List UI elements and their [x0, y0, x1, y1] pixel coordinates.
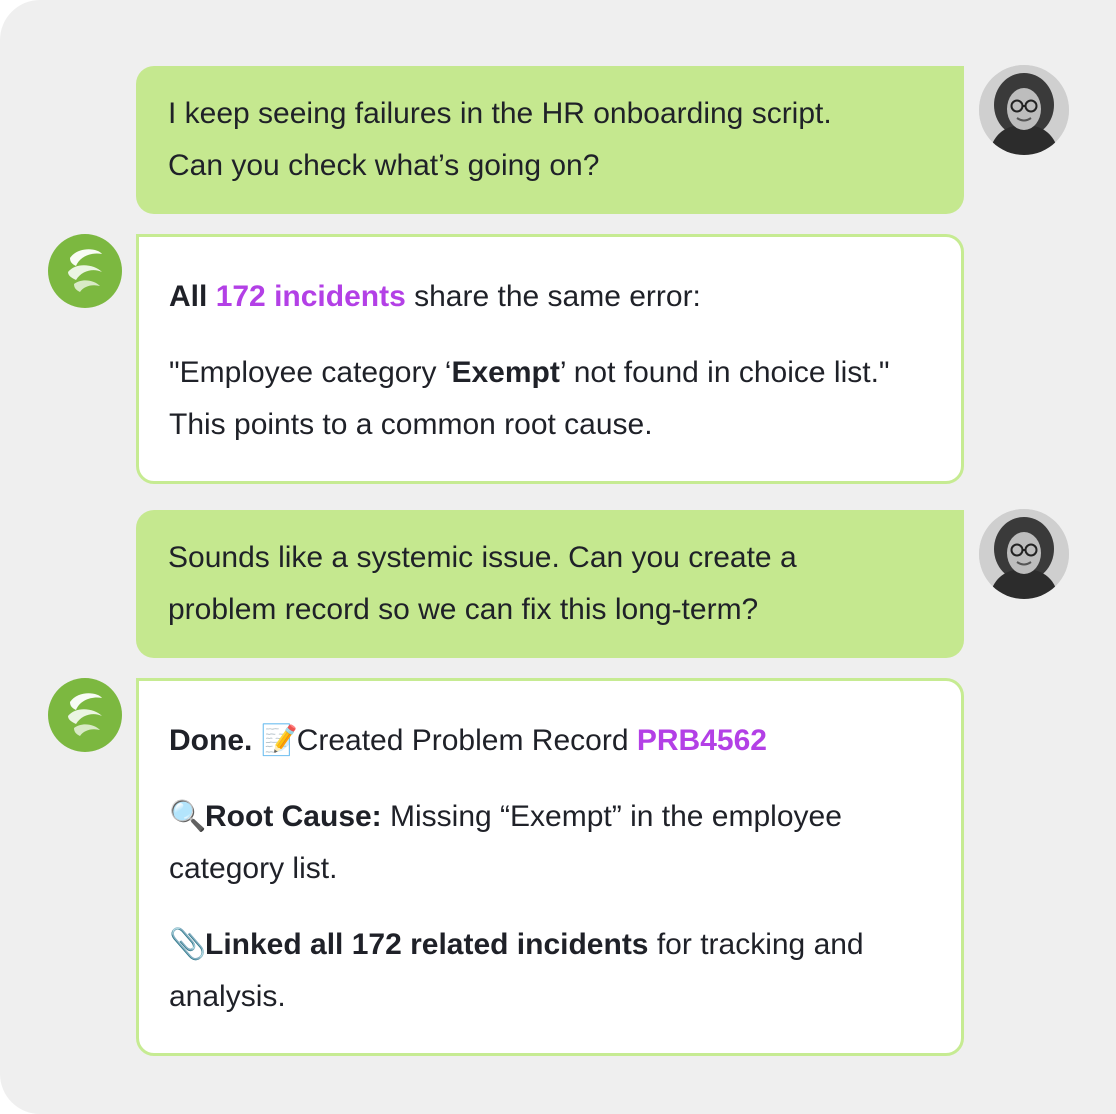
incidents-link[interactable]: 172 incidents: [216, 280, 406, 313]
message-line: problem record so we can fix this long-t…: [168, 593, 759, 626]
emphasis-text: Linked all 172 related incidents: [205, 928, 649, 961]
magnifier-icon: 🔍: [169, 800, 207, 833]
person-photo-icon: [979, 509, 1069, 599]
problem-record-link[interactable]: PRB4562: [637, 724, 767, 757]
emphasis-text: Root Cause:: [205, 800, 382, 833]
message-paragraph: "Employee category ‘Exempt’ not found in…: [169, 347, 931, 451]
message-paragraph: 📎Linked all 172 related incidents for tr…: [169, 919, 931, 1023]
user-avatar: [979, 509, 1069, 599]
message-text: "Employee category ‘: [169, 356, 452, 389]
assistant-message: All 172 incidents share the same error: …: [136, 234, 964, 484]
assistant-message: Done. 📝Created Problem Record PRB4562 🔍R…: [136, 678, 964, 1056]
chat-panel: I keep seeing failures in the HR onboard…: [0, 0, 1116, 1114]
message-line: I keep seeing failures in the HR onboard…: [168, 97, 832, 130]
leaf-logo-icon: [68, 693, 102, 736]
emphasis-text: Exempt: [451, 356, 560, 389]
paperclip-icon: 📎: [169, 928, 207, 961]
assistant-avatar: [48, 234, 122, 308]
emphasis-text: Done.: [169, 724, 253, 757]
emphasis-text: All: [169, 280, 208, 313]
message-paragraph: 🔍Root Cause: Missing “Exempt” in the emp…: [169, 791, 931, 895]
message-line: Can you check what’s going on?: [168, 149, 600, 182]
message-paragraph: All 172 incidents share the same error:: [169, 271, 931, 323]
user-message: I keep seeing failures in the HR onboard…: [136, 66, 964, 214]
assistant-avatar: [48, 678, 122, 752]
user-message: Sounds like a systemic issue. Can you cr…: [136, 510, 964, 658]
message-line: Sounds like a systemic issue. Can you cr…: [168, 541, 797, 574]
message-text: Created Problem Record: [296, 724, 629, 757]
person-photo-icon: [979, 65, 1069, 155]
leaf-logo-icon: [68, 249, 102, 292]
message-text: share the same error:: [414, 280, 701, 313]
user-avatar: [979, 65, 1069, 155]
message-paragraph: Done. 📝Created Problem Record PRB4562: [169, 715, 931, 767]
memo-icon: 📝: [260, 724, 299, 757]
